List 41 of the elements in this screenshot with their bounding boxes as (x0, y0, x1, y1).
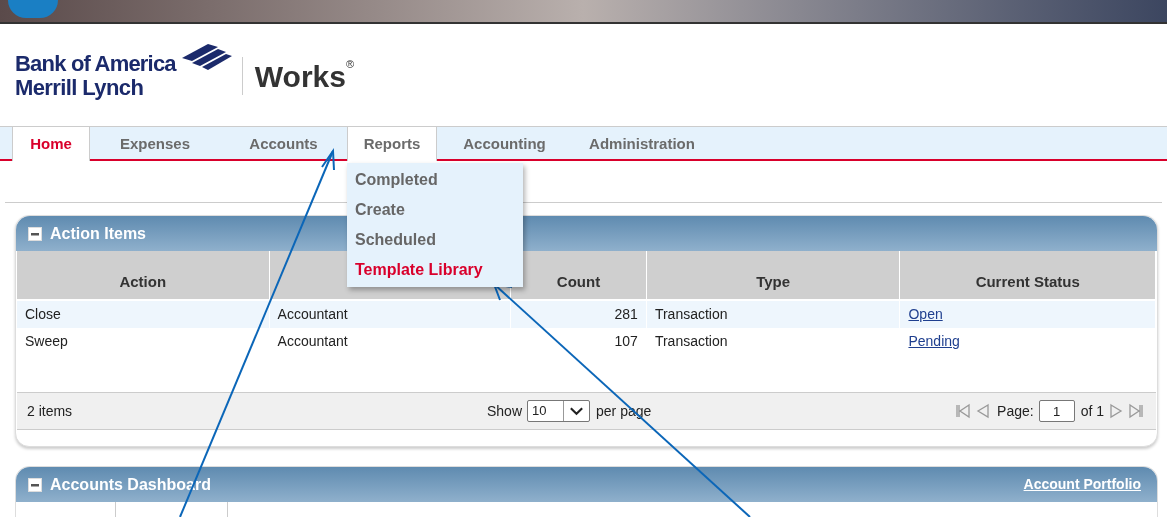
show-label: Show (487, 401, 523, 421)
collapse-icon[interactable] (28, 477, 42, 492)
collapse-icon[interactable] (28, 226, 42, 241)
table-cell-text: Transaction (654, 305, 728, 324)
status-link[interactable]: Pending (908, 331, 960, 352)
panel-title: Action Items (50, 223, 146, 244)
first-page-icon[interactable] (955, 403, 972, 419)
item-count: 2 items (27, 401, 74, 421)
page-label: Page: (997, 401, 1034, 421)
registered-mark: ® (345, 56, 355, 70)
table-cell-text: Transaction (654, 332, 728, 351)
back-button-icon[interactable] (8, 0, 58, 18)
column-header: Action (17, 251, 270, 299)
last-page-icon[interactable] (1128, 403, 1144, 419)
table-cell-text: 107 (614, 332, 638, 351)
page-number-field[interactable]: 1 (1038, 400, 1075, 422)
menu-item[interactable]: Scheduled (347, 225, 444, 255)
page-size-select[interactable]: 10 (527, 400, 591, 422)
table-cell-text: Close (25, 305, 61, 324)
table-cell-text: Accountant (277, 305, 348, 324)
nav-tab[interactable]: Home (12, 127, 90, 161)
portfolio-link[interactable]: Account Portfolio (1023, 474, 1141, 495)
product-name: Works (254, 58, 346, 95)
status-link[interactable]: Open (908, 304, 943, 325)
table-cell-text: Sweep (25, 332, 68, 351)
nav-tab[interactable]: Administration (572, 127, 712, 161)
column-header: Type (646, 251, 901, 299)
table-cell-text: Accountant (277, 332, 348, 351)
page-count: of 1 (1080, 401, 1104, 421)
nav-tab[interactable]: Accounts (220, 127, 347, 161)
table-cell-text: 281 (614, 305, 638, 324)
next-page-icon[interactable] (1108, 403, 1124, 419)
previous-page-icon[interactable] (975, 403, 992, 419)
bank-name: Merrill Lynch (15, 76, 145, 100)
nav-tab[interactable]: Expenses (90, 127, 220, 161)
column-header: Current Status (900, 251, 1156, 299)
menu-item[interactable]: Create (347, 195, 413, 225)
bank-name: Bank of America (15, 52, 176, 76)
nav-tab[interactable]: Accounting (437, 127, 572, 161)
menu-item[interactable]: Template Library (347, 255, 491, 285)
menu-item[interactable]: Completed (347, 165, 446, 195)
